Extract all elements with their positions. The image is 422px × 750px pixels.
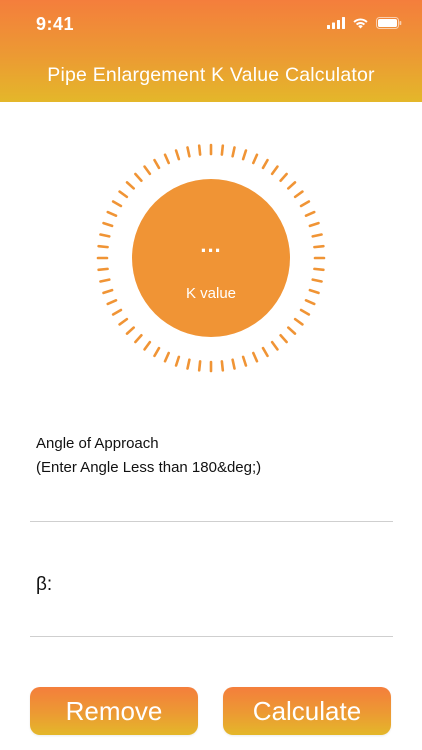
gauge-tick bbox=[241, 355, 248, 367]
angle-input-underline bbox=[30, 521, 393, 522]
gauge-tick bbox=[111, 200, 123, 208]
gauge-tick bbox=[252, 153, 259, 165]
gauge-tick bbox=[311, 278, 323, 283]
k-value-label: K value bbox=[185, 285, 237, 302]
gauge-tick bbox=[111, 308, 123, 316]
gauge-tick bbox=[270, 340, 279, 351]
gauge-tick bbox=[299, 200, 311, 208]
gauge-tick bbox=[231, 358, 236, 370]
k-value-display: ... bbox=[200, 232, 222, 257]
k-value-circle: ... K value bbox=[132, 179, 290, 337]
gauge-tick bbox=[241, 149, 248, 161]
status-icons bbox=[327, 16, 402, 34]
gauge-tick bbox=[220, 144, 225, 156]
gauge-tick bbox=[270, 165, 279, 176]
gauge-tick bbox=[197, 144, 202, 156]
gauge-tick bbox=[102, 288, 114, 295]
gauge-tick bbox=[186, 358, 191, 370]
gauge-tick bbox=[286, 326, 297, 335]
gauge-tick bbox=[163, 351, 170, 363]
gauge-tick bbox=[125, 181, 136, 190]
gauge-tick bbox=[186, 146, 191, 158]
gauge-tick bbox=[143, 165, 152, 176]
gauge-tick bbox=[304, 210, 316, 217]
angle-hint: (Enter Angle Less than 180&deg;) bbox=[36, 459, 262, 476]
gauge-tick bbox=[311, 233, 323, 238]
gauge-tick bbox=[106, 299, 118, 306]
gauge-tick bbox=[102, 221, 114, 228]
cellular-signal-icon bbox=[327, 16, 345, 34]
gauge-tick bbox=[308, 288, 320, 295]
header-bar: 9:41 Pipe Enlargement K Value Calculator bbox=[0, 0, 422, 102]
gauge-tick bbox=[299, 308, 311, 316]
k-value-gauge: ... K value bbox=[95, 142, 327, 374]
beta-label: β: bbox=[36, 574, 53, 595]
remove-button[interactable]: Remove bbox=[30, 687, 198, 735]
gauge-tick bbox=[153, 158, 161, 170]
gauge-tick bbox=[125, 326, 136, 335]
gauge-tick bbox=[153, 346, 161, 358]
gauge-tick bbox=[313, 244, 325, 249]
gauge-tick bbox=[99, 233, 111, 238]
gauge-tick bbox=[106, 210, 118, 217]
gauge-tick bbox=[99, 278, 111, 283]
gauge-tick bbox=[293, 317, 304, 326]
gauge-tick bbox=[197, 360, 202, 372]
gauge-tick bbox=[313, 267, 325, 272]
page-title: Pipe Enlargement K Value Calculator bbox=[47, 64, 375, 86]
gauge-tick bbox=[308, 221, 320, 228]
gauge-tick bbox=[97, 267, 109, 272]
gauge-tick bbox=[220, 360, 225, 372]
gauge-tick bbox=[143, 340, 152, 351]
status-time: 9:41 bbox=[36, 14, 75, 34]
gauge-tick bbox=[118, 190, 129, 199]
gauge-tick bbox=[286, 181, 297, 190]
gauge-tick bbox=[304, 299, 316, 306]
calculate-button[interactable]: Calculate bbox=[223, 687, 391, 735]
gauge-tick bbox=[231, 146, 236, 158]
gauge-tick bbox=[97, 244, 109, 249]
beta-underline bbox=[30, 636, 393, 637]
gauge-tick bbox=[174, 149, 181, 161]
gauge-tick bbox=[279, 333, 288, 344]
gauge-tick bbox=[134, 333, 143, 344]
gauge-tick bbox=[252, 351, 259, 363]
angle-label: Angle of Approach bbox=[36, 435, 159, 452]
battery-icon bbox=[376, 16, 402, 34]
angle-input[interactable] bbox=[30, 488, 393, 520]
gauge-tick bbox=[261, 158, 269, 170]
gauge-tick bbox=[163, 153, 170, 165]
gauge-tick bbox=[134, 172, 143, 183]
gauge-tick bbox=[118, 317, 129, 326]
gauge-tick bbox=[293, 190, 304, 199]
wifi-icon bbox=[352, 16, 369, 34]
calculator-screen: 9:41 Pipe Enlargement K Value Calculator… bbox=[0, 0, 422, 750]
gauge-tick bbox=[279, 172, 288, 183]
status-bar: 9:41 bbox=[0, 0, 422, 50]
gauge-tick bbox=[174, 355, 181, 367]
gauge-tick bbox=[261, 346, 269, 358]
